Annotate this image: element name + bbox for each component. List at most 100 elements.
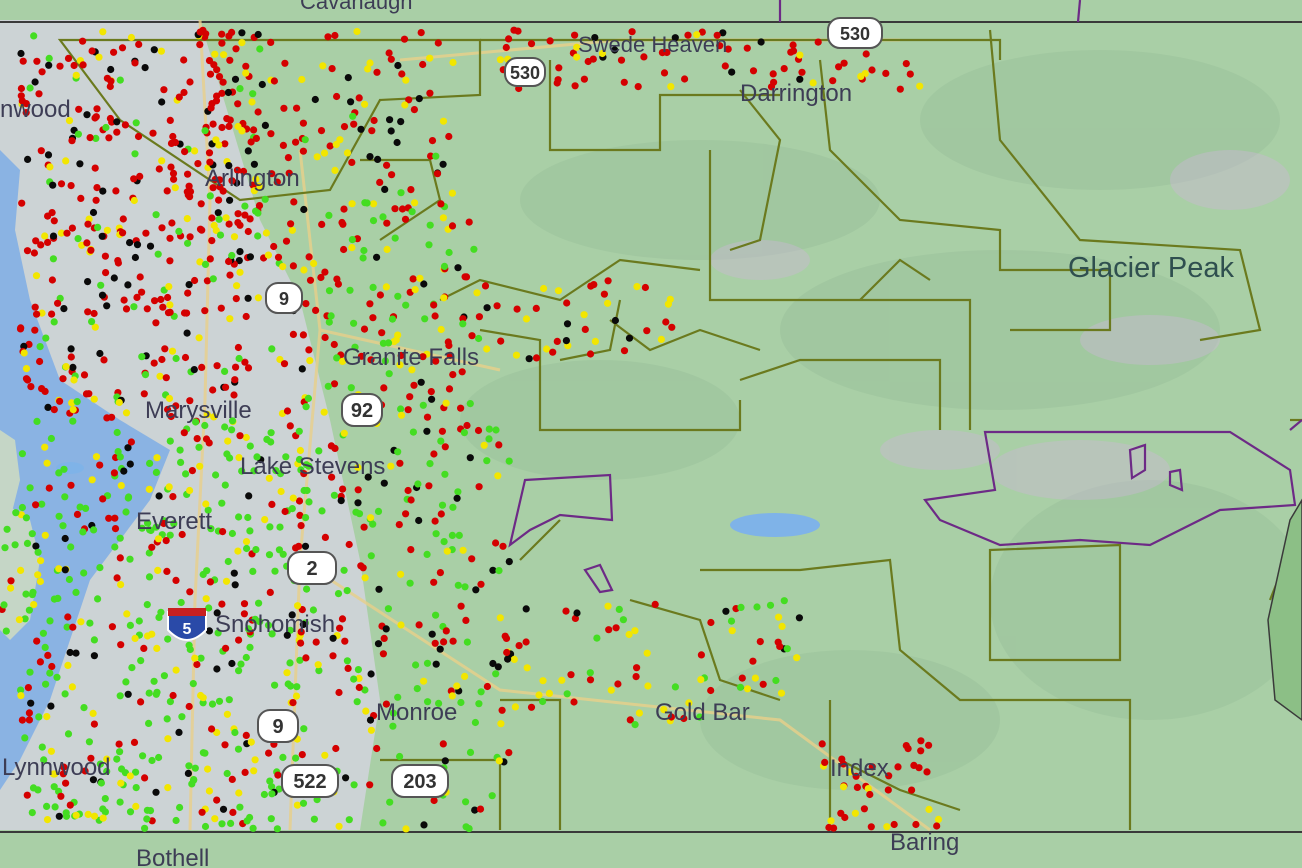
incident-dot[interactable] [143,815,151,823]
incident-dot[interactable] [660,69,669,77]
incident-dot[interactable] [228,659,236,668]
incident-dot[interactable] [232,363,240,371]
incident-dot[interactable] [227,819,235,828]
incident-dot[interactable] [295,427,303,435]
incident-dot[interactable] [84,810,92,819]
incident-dot[interactable] [249,824,257,832]
incident-dot[interactable] [286,422,294,430]
incident-dot[interactable] [341,637,349,645]
incident-dot[interactable] [80,371,89,379]
incident-dot[interactable] [158,355,166,364]
incident-dot[interactable] [340,123,349,131]
incident-dot[interactable] [245,492,253,500]
incident-dot[interactable] [421,315,429,323]
incident-dot[interactable] [780,597,788,605]
incident-dot[interactable] [459,320,467,328]
incident-dot[interactable] [172,354,180,363]
incident-dot[interactable] [41,232,49,240]
incident-dot[interactable] [338,615,347,623]
incident-dot[interactable] [143,806,151,814]
incident-dot[interactable] [108,413,116,421]
incident-dot[interactable] [199,570,207,579]
incident-dot[interactable] [123,610,131,618]
incident-dot[interactable] [126,239,134,247]
incident-dot[interactable] [63,229,71,237]
incident-dot[interactable] [196,41,204,49]
incident-dot[interactable] [26,84,34,92]
incident-dot[interactable] [434,39,442,47]
incident-dot[interactable] [795,614,804,622]
incident-dot[interactable] [280,104,288,112]
incident-dot[interactable] [211,815,219,823]
incident-dot[interactable] [99,805,107,813]
incident-dot[interactable] [302,300,310,308]
incident-dot[interactable] [38,385,46,393]
incident-dot[interactable] [103,74,111,82]
incident-dot[interactable] [279,141,287,149]
incident-dot[interactable] [492,426,500,434]
incident-dot[interactable] [206,578,214,586]
incident-dot[interactable] [36,343,44,351]
incident-dot[interactable] [56,397,64,405]
incident-dot[interactable] [442,399,450,407]
incident-dot[interactable] [67,182,75,190]
incident-dot[interactable] [837,809,845,817]
incident-dot[interactable] [388,171,396,179]
incident-dot[interactable] [149,129,157,137]
incident-dot[interactable] [236,432,244,440]
incident-dot[interactable] [209,120,217,128]
incident-dot[interactable] [185,702,193,711]
incident-dot[interactable] [916,82,924,90]
incident-dot[interactable] [38,743,46,751]
incident-dot[interactable] [271,567,279,575]
incident-dot[interactable] [206,70,215,78]
incident-dot[interactable] [460,429,468,437]
incident-dot[interactable] [33,417,41,425]
incident-dot[interactable] [126,808,135,816]
incident-dot[interactable] [563,320,572,328]
incident-dot[interactable] [522,315,531,323]
incident-dot[interactable] [191,764,199,772]
incident-dot[interactable] [266,588,274,597]
incident-dot[interactable] [522,605,530,613]
incident-dot[interactable] [22,514,30,522]
incident-dot[interactable] [775,613,783,621]
incident-dot[interactable] [454,488,462,496]
incident-dot[interactable] [271,681,279,689]
incident-dot[interactable] [404,486,412,495]
incident-dot[interactable] [293,104,301,112]
incident-dot[interactable] [231,75,240,83]
incident-dot[interactable] [120,296,128,304]
incident-dot[interactable] [342,774,350,782]
incident-dot[interactable] [17,84,25,93]
incident-dot[interactable] [306,276,315,284]
incident-dot[interactable] [409,275,417,283]
incident-dot[interactable] [218,30,226,38]
incident-dot[interactable] [24,155,32,163]
incident-dot[interactable] [671,683,680,691]
incident-dot[interactable] [266,523,274,531]
incident-dot[interactable] [327,312,335,320]
incident-dot[interactable] [366,781,374,789]
incident-dot[interactable] [756,638,764,646]
incident-dot[interactable] [373,744,381,753]
incident-dot[interactable] [225,32,233,40]
incident-dot[interactable] [415,621,423,629]
incident-dot[interactable] [360,246,368,255]
incident-dot[interactable] [175,728,183,737]
incident-dot[interactable] [462,823,470,831]
incident-dot[interactable] [330,380,339,388]
incident-dot[interactable] [246,442,254,450]
incident-dot[interactable] [221,481,229,489]
incident-dot[interactable] [586,676,595,684]
incident-dot[interactable] [562,607,570,615]
incident-dot[interactable] [77,194,85,202]
incident-dot[interactable] [50,595,59,603]
incident-dot[interactable] [445,248,453,257]
incident-dot[interactable] [146,242,155,250]
incident-dot[interactable] [241,202,249,210]
incident-dot[interactable] [262,229,270,237]
incident-dot[interactable] [445,385,454,393]
incident-dot[interactable] [209,275,217,283]
incident-dot[interactable] [41,643,49,652]
